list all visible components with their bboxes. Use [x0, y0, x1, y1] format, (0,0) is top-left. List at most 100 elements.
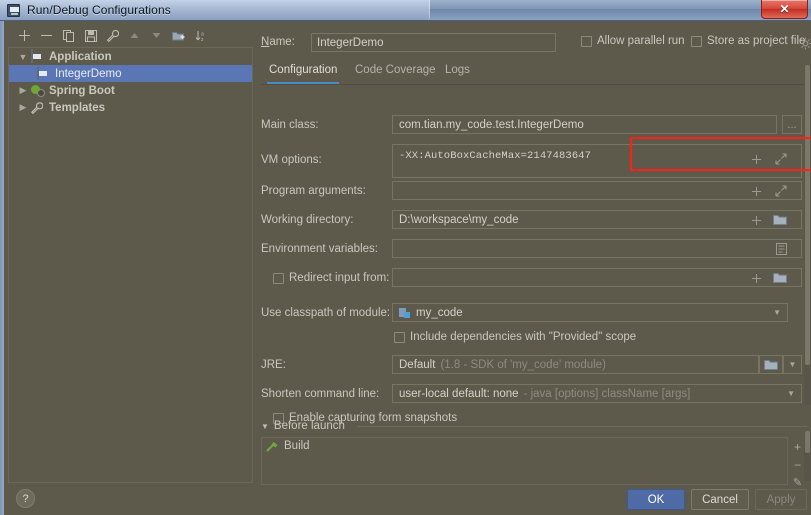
vm-options-expand-macro-icon[interactable]	[749, 152, 763, 166]
chevron-right-icon[interactable]: ▶	[15, 85, 31, 96]
tab-code-coverage[interactable]: Code Coverage	[353, 61, 438, 84]
program-arguments-expand-macro-icon[interactable]	[749, 184, 763, 198]
name-input[interactable]	[311, 33, 556, 52]
tree-item-application[interactable]: ▼ Application	[9, 48, 252, 65]
include-provided-checkbox[interactable]: Include dependencies with "Provided" sco…	[394, 331, 636, 343]
jre-input[interactable]: Default (1.8 - SDK of 'my_code' module)	[392, 355, 759, 374]
main-class-row: Main class: com.tian.my_code.test.Intege…	[261, 115, 807, 135]
chevron-down-icon[interactable]: ▼	[261, 422, 269, 431]
jre-browse-button[interactable]	[759, 355, 783, 374]
tree-item-templates[interactable]: ▶ Templates	[9, 99, 252, 116]
use-classpath-of-module-dropdown[interactable]: my_code ▼	[392, 303, 788, 322]
vm-options-input[interactable]: -XX:AutoBoxCacheMax=2147483647	[392, 144, 802, 178]
tree-item-spring-boot[interactable]: ▶ Spring Boot	[9, 82, 252, 99]
shorten-command-line-dropdown[interactable]: user-local default: none - java [options…	[392, 384, 802, 403]
apply-button-label: Apply	[767, 494, 796, 506]
configuration-form: Main class: com.tian.my_code.test.Intege…	[261, 87, 807, 417]
editor-vertical-scrollbar[interactable]	[804, 65, 811, 405]
shorten-command-line-label: Shorten command line:	[261, 388, 379, 400]
cancel-button[interactable]: Cancel	[691, 489, 749, 510]
use-classpath-of-module-label: Use classpath of module:	[261, 307, 390, 319]
move-down-button[interactable]	[148, 27, 165, 44]
remove-configuration-button[interactable]	[38, 27, 55, 44]
redirect-input-expand-macro-icon[interactable]	[749, 271, 763, 285]
new-folder-button[interactable]	[170, 27, 187, 44]
shorten-command-line-row: Shorten command line: user-local default…	[261, 384, 807, 404]
redirect-input-field[interactable]	[392, 268, 802, 287]
tab-label: Logs	[445, 64, 470, 76]
vm-options-label: VM options:	[261, 154, 322, 166]
working-directory-input[interactable]: D:\workspace\my_code	[392, 210, 802, 229]
program-arguments-expand-editor-icon[interactable]	[774, 184, 788, 198]
store-as-project-file-checkbox[interactable]: Store as project file	[691, 35, 805, 47]
working-directory-label: Working directory:	[261, 214, 353, 226]
before-launch-vertical-scrollbar[interactable]	[804, 431, 811, 481]
add-configuration-button[interactable]	[16, 27, 33, 44]
remove-before-launch-task-button[interactable]: −	[790, 457, 805, 472]
ok-button-label: OK	[648, 494, 665, 506]
spring-boot-icon	[31, 84, 46, 97]
chevron-down-icon[interactable]: ▼	[787, 389, 795, 398]
working-directory-expand-macro-icon[interactable]	[749, 213, 763, 227]
ok-button[interactable]: OK	[627, 489, 685, 510]
include-provided-row: Include dependencies with "Provided" sco…	[261, 329, 807, 347]
name-row: Name: Allow parallel run Store as projec…	[261, 33, 807, 53]
tree-toolbar: a z	[8, 25, 253, 46]
tab-logs[interactable]: Logs	[443, 61, 472, 84]
help-button[interactable]: ?	[16, 489, 35, 508]
window-close-button[interactable]: ✕	[761, 0, 808, 19]
tab-label: Configuration	[269, 64, 337, 76]
edit-templates-button[interactable]	[104, 27, 121, 44]
shorten-command-line-hint: - java [options] className [args]	[524, 388, 691, 400]
program-arguments-input[interactable]	[392, 181, 802, 200]
store-as-project-file-label: Store as project file	[707, 35, 805, 47]
tree-item-label: Templates	[49, 102, 105, 114]
allow-parallel-run-checkbox[interactable]: Allow parallel run	[581, 35, 685, 47]
chevron-down-icon[interactable]: ▼	[15, 52, 31, 62]
environment-variables-edit-icon[interactable]	[774, 242, 788, 256]
configuration-editor-panel: Name: Allow parallel run Store as projec…	[257, 25, 807, 483]
environment-variables-label: Environment variables:	[261, 243, 378, 255]
environment-variables-input[interactable]	[392, 239, 802, 258]
save-configuration-button[interactable]	[82, 27, 99, 44]
chevron-right-icon[interactable]: ▶	[15, 102, 31, 113]
build-hammer-icon	[266, 440, 280, 452]
sort-configurations-button[interactable]: a z	[192, 27, 209, 44]
add-before-launch-task-button[interactable]: +	[790, 439, 805, 454]
editor-tabs: Configuration Code Coverage Logs	[261, 61, 807, 85]
main-class-value: com.tian.my_code.test.IntegerDemo	[399, 119, 584, 131]
main-class-browse-button[interactable]: ...	[782, 115, 802, 134]
scrollbar-thumb[interactable]	[805, 431, 810, 453]
tab-configuration[interactable]: Configuration	[267, 61, 339, 84]
working-directory-browse-folder-icon[interactable]	[772, 213, 788, 227]
dialog-body: a z ▼ Application IntegerDemo	[4, 21, 811, 515]
scrollbar-thumb[interactable]	[805, 65, 810, 365]
redirect-input-checkbox[interactable]: Redirect input from:	[273, 272, 389, 284]
apply-button[interactable]: Apply	[755, 489, 807, 510]
tabs-underline	[261, 84, 807, 85]
working-directory-value: D:\workspace\my_code	[399, 214, 519, 226]
before-launch-header[interactable]: ▼ Before launch	[261, 419, 345, 433]
main-class-input[interactable]: com.tian.my_code.test.IntegerDemo	[392, 115, 777, 134]
checkbox-box	[273, 273, 284, 284]
jre-hint: (1.8 - SDK of 'my_code' module)	[440, 359, 605, 371]
working-directory-row: Working directory: D:\workspace\my_code	[261, 210, 807, 230]
move-up-button[interactable]	[126, 27, 143, 44]
before-launch-task-item[interactable]: Build	[262, 438, 787, 454]
redirect-input-browse-folder-icon[interactable]	[772, 271, 788, 285]
tree-item-integerdemo[interactable]: IntegerDemo	[9, 65, 252, 82]
jre-label: JRE:	[261, 359, 286, 371]
name-label: Name:	[261, 36, 295, 48]
before-launch-task-list[interactable]: Build	[261, 437, 788, 485]
checkbox-box	[581, 36, 592, 47]
vm-options-expand-editor-icon[interactable]	[774, 152, 788, 166]
chevron-down-icon[interactable]: ▼	[773, 308, 781, 317]
wrench-icon	[31, 101, 46, 114]
svg-text:z: z	[201, 37, 204, 42]
configurations-tree[interactable]: ▼ Application IntegerDemo ▶ Spring Boot	[8, 47, 253, 483]
gear-icon[interactable]	[799, 37, 811, 50]
program-arguments-label: Program arguments:	[261, 185, 366, 197]
jre-dropdown-button[interactable]: ▼	[783, 355, 802, 374]
question-mark-icon: ?	[22, 493, 28, 505]
copy-configuration-button[interactable]	[60, 27, 77, 44]
